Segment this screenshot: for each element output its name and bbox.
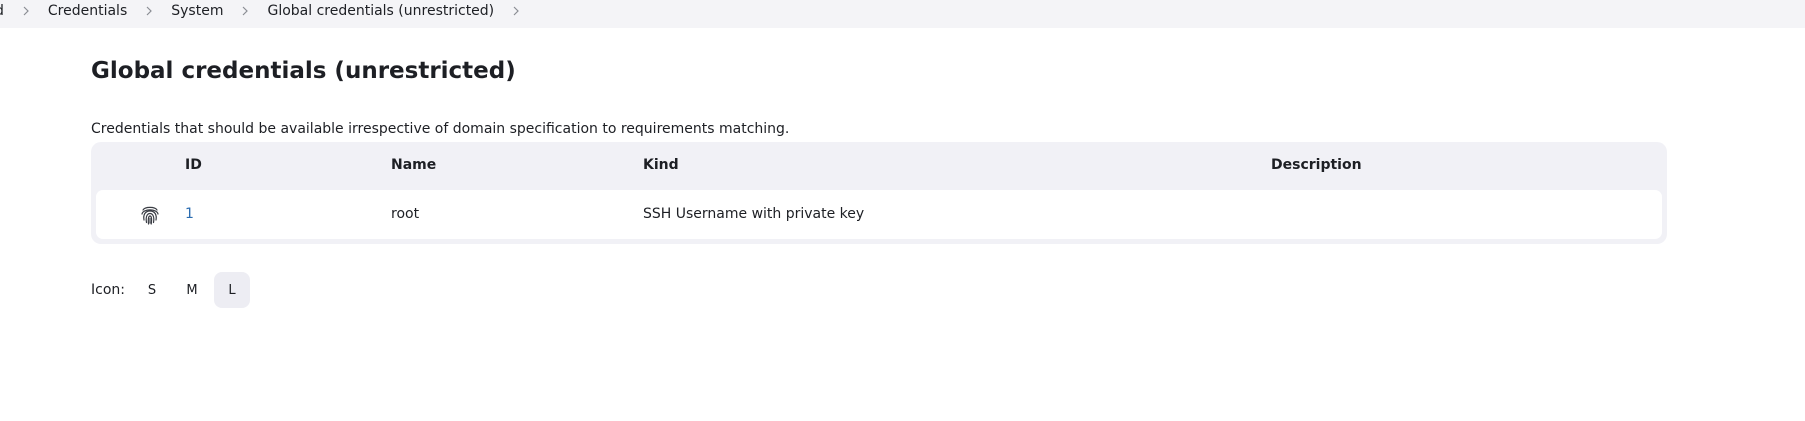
table-row: 1 root SSH Username with private key <box>96 190 1662 239</box>
icon-size-medium-button[interactable]: M <box>174 272 210 308</box>
fingerprint-icon <box>138 203 162 227</box>
icon-size-small-button[interactable]: S <box>134 272 170 308</box>
page-description: Credentials that should be available irr… <box>91 121 790 137</box>
credential-kind: SSH Username with private key <box>643 206 865 222</box>
breadcrumb-item-global-credentials[interactable]: Global credentials (unrestricted) <box>267 0 494 28</box>
breadcrumb-item-system[interactable]: System <box>171 0 223 28</box>
column-header-name[interactable]: Name <box>391 157 436 173</box>
page-title: Global credentials (unrestricted) <box>91 58 516 84</box>
breadcrumb-item-partial[interactable]: d <box>0 0 4 28</box>
breadcrumb-item-credentials[interactable]: Credentials <box>48 0 127 28</box>
column-header-id[interactable]: ID <box>185 157 202 173</box>
icon-size-label: Icon: <box>91 282 125 298</box>
chevron-right-icon[interactable] <box>509 4 523 18</box>
icon-size-large-button[interactable]: L <box>213 272 250 308</box>
column-header-kind[interactable]: Kind <box>643 157 679 173</box>
credential-name: root <box>391 206 420 222</box>
icon-size-selector: Icon: S M L <box>91 272 254 308</box>
chevron-right-icon <box>142 4 156 18</box>
credential-id-link[interactable]: 1 <box>185 206 194 222</box>
chevron-right-icon <box>238 4 252 18</box>
column-header-description[interactable]: Description <box>1271 157 1362 173</box>
breadcrumb: d Credentials System Global credentials … <box>0 0 1805 28</box>
credentials-table: ID Name Kind Description 1 root SSH User… <box>91 142 1667 244</box>
chevron-right-icon <box>19 4 33 18</box>
